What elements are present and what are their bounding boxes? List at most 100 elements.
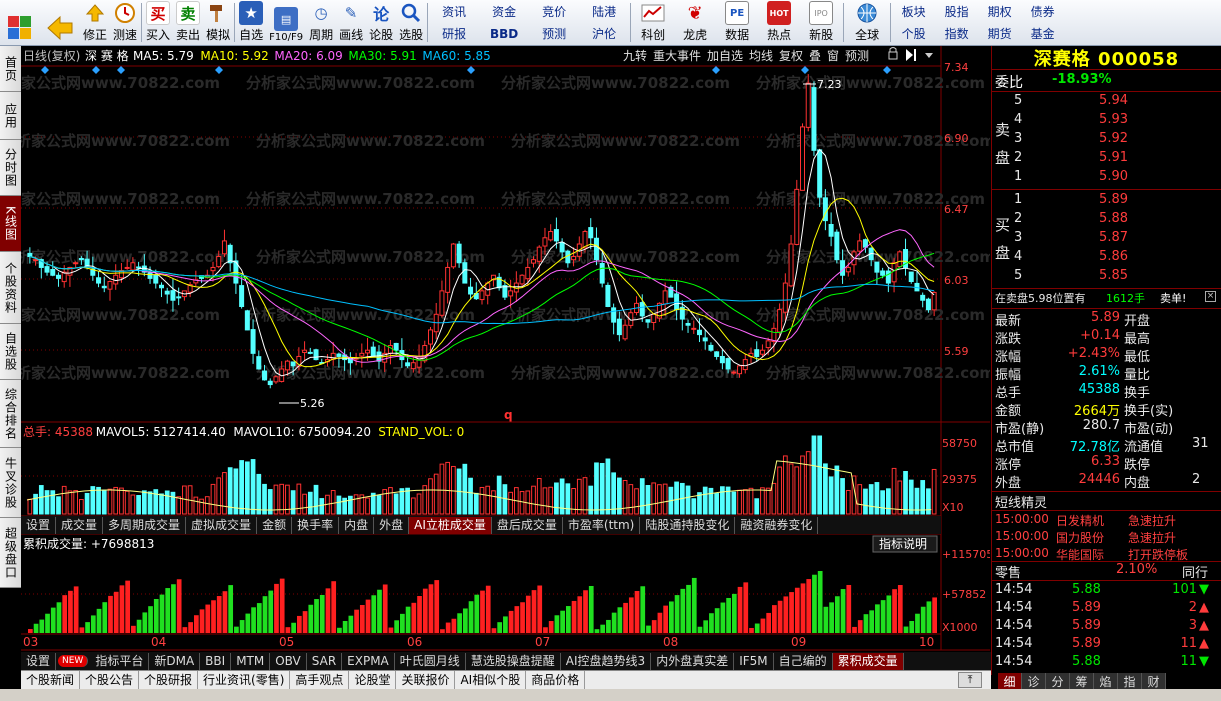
quick-shanghai-london[interactable]: 沪伦 — [579, 23, 629, 44]
event-diamond-icon[interactable] — [117, 66, 125, 74]
chart-header-button[interactable]: 叠 — [809, 49, 821, 63]
tab-super-quote[interactable]: 超级盘口 — [0, 518, 21, 588]
draw-line-button[interactable]: ✎ 画线 — [336, 0, 366, 45]
volume-tab[interactable]: 盘后成交量 — [492, 516, 563, 534]
indicator-help-button[interactable]: 指标说明 — [872, 535, 938, 553]
volume-tab[interactable]: 金额 — [257, 516, 293, 534]
indicator-tab[interactable]: OBV — [270, 652, 307, 670]
indicator-tab[interactable]: 自己编的 — [774, 652, 833, 670]
kechuang-button[interactable]: 科创 — [632, 0, 674, 45]
indicator-tab[interactable]: SAR — [307, 652, 343, 670]
volume-tab[interactable]: 融资融券变化 — [735, 516, 819, 534]
bottom-nav-item[interactable]: 高手观点 — [290, 671, 350, 689]
quick-news[interactable]: 资讯 — [429, 1, 479, 22]
market-index-stock[interactable]: 股指 — [935, 1, 978, 22]
market-funds[interactable]: 基金 — [1021, 23, 1064, 44]
kline-chart-area[interactable]: 分析家公式网www.70822.com 分析家公式网www.70822.com 分析… — [0, 46, 995, 652]
scroll-top-icon[interactable]: ⤒ — [958, 672, 982, 688]
bottom-nav-item[interactable]: 关联报价 — [396, 671, 456, 689]
dropdown-arrow-icon[interactable] — [925, 53, 933, 58]
market-bonds[interactable]: 债券 — [1021, 1, 1064, 22]
chart-header-button[interactable]: 复权 — [779, 49, 803, 63]
toolbar-grid-button[interactable] — [0, 0, 40, 45]
indicator-tab[interactable]: 慧选股操盘提醒 — [466, 652, 561, 670]
volume-tab[interactable]: 设置 — [21, 516, 57, 534]
chart-header-button[interactable]: 九转 — [623, 48, 647, 63]
watchlist-button[interactable]: ★ 自选 — [236, 0, 266, 45]
event-diamond-icon[interactable] — [801, 66, 809, 74]
volume-tab[interactable]: 陆股通持股变化 — [640, 516, 736, 534]
market-sector[interactable]: 板块 — [892, 1, 935, 22]
chart-header-button[interactable]: 重大事件 — [653, 49, 701, 63]
forum-button[interactable]: 论 论股 — [366, 0, 396, 45]
volume-tab[interactable]: 换手率 — [292, 516, 340, 534]
chart-header-button[interactable]: 均线 — [749, 49, 773, 63]
event-diamond-icon[interactable] — [712, 66, 720, 74]
short-stock[interactable]: 国力股份 — [1056, 529, 1104, 546]
quick-research[interactable]: 研报 — [429, 23, 479, 44]
back-button[interactable] — [40, 0, 80, 45]
event-diamond-icon[interactable] — [215, 66, 223, 74]
revise-button[interactable]: 修正 — [80, 0, 110, 45]
market-options[interactable]: 期权 — [978, 1, 1021, 22]
bottom-nav-item[interactable]: 个股研报 — [139, 671, 199, 689]
speedtest-button[interactable]: 测速 — [110, 0, 140, 45]
event-diamond-icon[interactable] — [883, 66, 891, 74]
event-diamond-icon[interactable] — [467, 66, 475, 74]
indicator-tab[interactable]: BBI — [200, 652, 232, 670]
tab-home[interactable]: 首页 — [0, 46, 21, 92]
quick-auction[interactable]: 竞价 — [529, 1, 579, 22]
indicator-tab[interactable]: 新DMA — [149, 652, 201, 670]
quick-forecast[interactable]: 预测 — [529, 23, 579, 44]
quick-bbd[interactable]: BBD — [479, 23, 529, 44]
simulate-button[interactable]: 模拟 — [203, 0, 233, 45]
tab-kline[interactable]: K线图 — [0, 196, 21, 252]
indicator-tab[interactable]: 指标平台 — [90, 652, 150, 670]
indicator-tab[interactable]: IF5M — [734, 652, 774, 670]
bottom-nav-item[interactable]: 行业资讯(零售) — [198, 671, 291, 689]
indicator-tab[interactable]: 内外盘真实差 — [651, 652, 735, 670]
short-stock[interactable]: 日发精机 — [1056, 512, 1104, 529]
market-stock[interactable]: 个股 — [892, 23, 935, 44]
tab-intraday[interactable]: 分时图 — [0, 140, 21, 196]
sell-button[interactable]: 卖 卖出 — [173, 0, 203, 45]
volume-tab[interactable]: AI立桩成交量 — [409, 516, 492, 534]
chart-header-button[interactable]: 窗 — [827, 49, 839, 63]
quick-hk-connect[interactable]: 陆港 — [579, 1, 629, 22]
ipo-button[interactable]: IPO 新股 — [800, 0, 842, 45]
tab-stock-profile[interactable]: 个股资料 — [0, 252, 21, 324]
chart-header-button[interactable]: 加自选 — [707, 49, 743, 63]
bottom-nav-item[interactable]: 论股堂 — [349, 671, 397, 689]
global-button[interactable]: 全球 — [845, 0, 889, 45]
volume-tab[interactable]: 多周期成交量 — [103, 516, 187, 534]
buy-button[interactable]: 买 买入 — [143, 0, 173, 45]
event-diamond-icon[interactable] — [92, 66, 100, 74]
chart-header-button[interactable]: 预测 — [845, 49, 869, 63]
f10-button[interactable]: ▤ F10/F9 — [266, 0, 306, 45]
hotspot-button[interactable]: HOT 热点 — [758, 0, 800, 45]
indicator-tab[interactable]: MTM — [231, 652, 271, 670]
close-icon[interactable]: × — [1205, 291, 1216, 302]
tab-watchlist[interactable]: 自选股 — [0, 324, 21, 380]
volume-tab[interactable]: 内盘 — [339, 516, 375, 534]
market-futures[interactable]: 期货 — [978, 23, 1021, 44]
kline-svg[interactable]: 分析家公式网www.70822.com 分析家公式网www.70822.com 分析… — [0, 46, 995, 652]
volume-tab[interactable]: 虚拟成交量 — [186, 516, 258, 534]
bottom-nav-item[interactable]: 个股公告 — [80, 671, 140, 689]
volume-tab[interactable]: 市盈率(ttm) — [563, 516, 641, 534]
volume-tab[interactable]: 外盘 — [374, 516, 410, 534]
bottom-nav-item[interactable]: 个股新闻 — [21, 671, 81, 689]
event-marker-q[interactable]: q — [504, 408, 513, 422]
indicator-tab[interactable]: 叶氏圆月线 — [395, 652, 466, 670]
tab-ranking[interactable]: 综合排名 — [0, 380, 21, 448]
period-button[interactable]: ◷ 周期 — [306, 0, 336, 45]
stock-picker-button[interactable]: 选股 — [396, 0, 426, 45]
indicator-tab[interactable]: 累积成交量 — [832, 652, 904, 670]
tab-diagnosis[interactable]: 牛叉诊股 — [0, 448, 21, 518]
quick-fund[interactable]: 资金 — [479, 1, 529, 22]
lock-icon[interactable] — [888, 47, 898, 60]
bottom-nav-item[interactable]: 商品价格 — [526, 671, 586, 689]
expand-icon[interactable] — [906, 49, 916, 61]
longhu-button[interactable]: ❦ 龙虎 — [674, 0, 716, 45]
volume-tab[interactable]: 成交量 — [56, 516, 104, 534]
